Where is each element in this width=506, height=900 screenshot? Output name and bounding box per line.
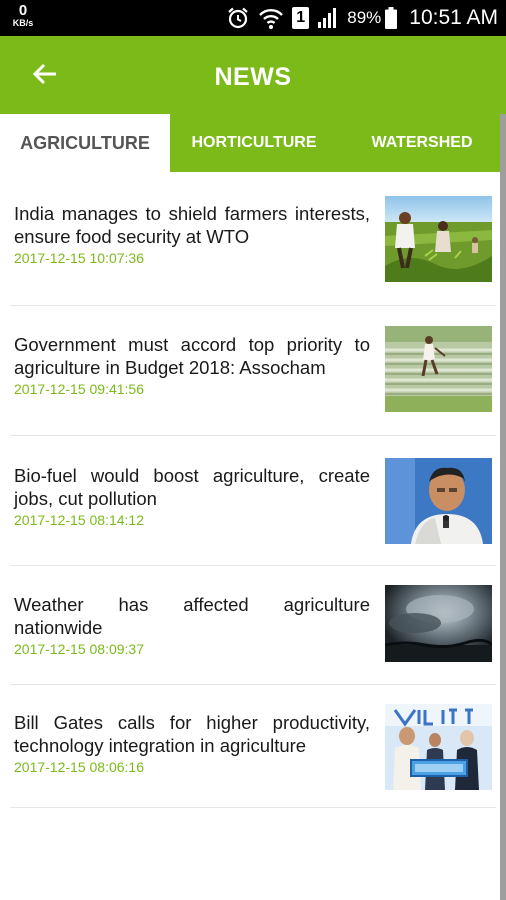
news-text: India manages to shield farmers interest… <box>14 202 370 266</box>
alarm-icon <box>226 6 250 30</box>
network-speed-value: 0 <box>18 2 28 19</box>
news-text: Bill Gates calls for higher productivity… <box>14 711 370 775</box>
storm-clouds-photo <box>385 585 492 662</box>
clock: 10:51 AM <box>409 6 498 29</box>
status-bar: 0 KB/s 1 89% 10:51 AM <box>0 0 506 36</box>
tab-label: WATERSHED <box>371 134 473 151</box>
divider <box>10 807 496 808</box>
tab-horticulture[interactable]: HORTICULTURE <box>170 114 338 172</box>
tab-agriculture[interactable]: AGRICULTURE <box>0 114 170 172</box>
event-stage-photo <box>385 704 492 790</box>
tab-bar: AGRICULTURE HORTICULTURE WATERSHED <box>0 114 506 172</box>
status-icons: 1 89% 10:51 AM <box>226 0 498 36</box>
list-item[interactable]: Government must accord top priority to a… <box>0 306 506 436</box>
network-speed-unit: KB/s <box>12 18 34 28</box>
minister-speaking-photo <box>385 458 492 544</box>
news-title: Weather has affected agriculture nationw… <box>14 594 370 638</box>
news-date: 2017-12-15 08:06:16 <box>14 759 144 775</box>
tab-watershed[interactable]: WATERSHED <box>338 114 506 172</box>
news-title: Bio-fuel would boost agriculture, create… <box>14 465 370 509</box>
news-date: 2017-12-15 08:09:37 <box>14 641 144 657</box>
news-date: 2017-12-15 09:41:56 <box>14 381 144 397</box>
farmers-planting-photo <box>385 196 492 282</box>
network-speed: 0 KB/s <box>8 3 38 28</box>
tab-label: HORTICULTURE <box>191 134 317 151</box>
list-item[interactable]: India manages to shield farmers interest… <box>0 172 506 302</box>
signal-icon <box>317 7 339 29</box>
news-title: Bill Gates calls for higher productivity… <box>14 712 370 756</box>
news-text: Bio-fuel would boost agriculture, create… <box>14 464 370 528</box>
news-title: India manages to shield farmers interest… <box>14 203 370 247</box>
tab-label: AGRICULTURE <box>20 132 150 153</box>
farmer-in-field-photo <box>385 326 492 412</box>
wifi-icon <box>258 6 284 30</box>
battery-icon <box>385 7 398 29</box>
news-text: Government must accord top priority to a… <box>14 333 370 397</box>
sim-slot-icon: 1 <box>292 7 310 29</box>
news-date: 2017-12-15 08:14:12 <box>14 512 144 528</box>
news-date: 2017-12-15 10:07:36 <box>14 250 144 266</box>
list-item[interactable]: Weather has affected agriculture nationw… <box>0 566 506 696</box>
app-bar: NEWS <box>0 36 506 114</box>
battery-percentage: 89% <box>347 8 382 27</box>
news-text: Weather has affected agriculture nationw… <box>14 593 370 657</box>
page-title: NEWS <box>214 63 292 91</box>
list-item[interactable]: Bill Gates calls for higher productivity… <box>0 685 506 815</box>
news-title: Government must accord top priority to a… <box>14 334 370 378</box>
list-item[interactable]: Bio-fuel would boost agriculture, create… <box>0 436 506 566</box>
scroll-indicator[interactable] <box>500 114 506 900</box>
